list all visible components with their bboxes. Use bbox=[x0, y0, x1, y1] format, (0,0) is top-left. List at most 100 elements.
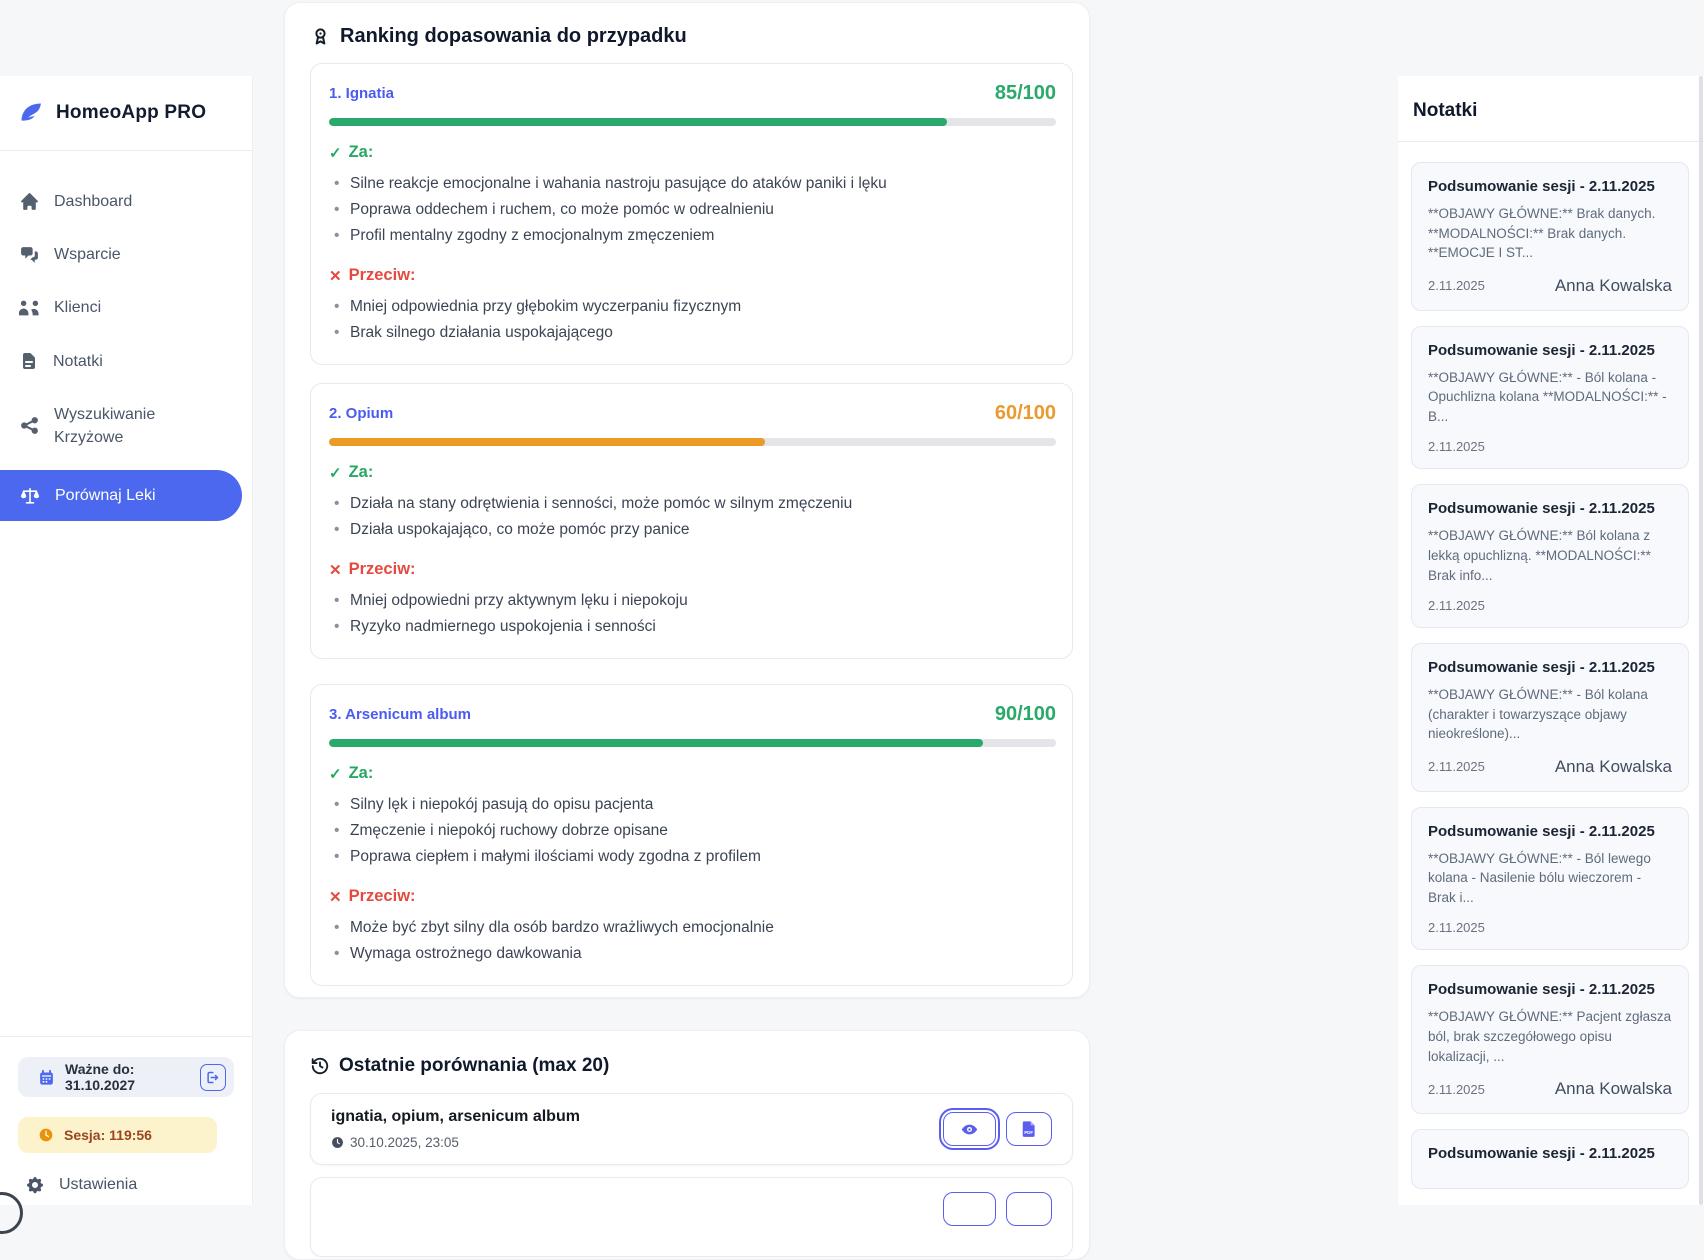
pros-item: Poprawa oddechem i ruchem, co może pomóc… bbox=[329, 197, 1056, 223]
sidebar-nav: Dashboard Wsparcie Klienci Notatki Wyszu… bbox=[0, 151, 252, 521]
gear-icon bbox=[25, 1175, 45, 1195]
sidebar-item-porownaj-leki[interactable]: Porównaj Leki bbox=[0, 470, 242, 521]
note-card[interactable]: Podsumowanie sesji - 2.11.2025 **OBJAWY … bbox=[1411, 326, 1689, 470]
leaf-logo-icon bbox=[18, 100, 44, 126]
remedy-name: 1. Ignatia bbox=[329, 85, 394, 102]
sidebar-item-label: Klienci bbox=[54, 296, 101, 319]
score-progress-fill bbox=[329, 118, 947, 126]
scales-icon bbox=[19, 485, 41, 507]
note-author: Anna Kowalska bbox=[1555, 757, 1672, 777]
note-card[interactable]: Podsumowanie sesji - 2.11.2025 **OBJAWY … bbox=[1411, 643, 1689, 792]
sidebar-item-klienci[interactable]: Klienci bbox=[0, 281, 252, 334]
note-date: 2.11.2025 bbox=[1428, 598, 1485, 613]
note-date: 2.11.2025 bbox=[1428, 920, 1485, 935]
comparison-row: ignatia, opium, arsenicum album 30.10.20… bbox=[310, 1093, 1073, 1165]
sidebar-item-notatki[interactable]: Notatki bbox=[0, 335, 252, 388]
vertical-scrollbar[interactable] bbox=[1699, 76, 1703, 1205]
license-validity-badge: Ważne do: 31.10.2027 bbox=[18, 1057, 234, 1097]
cons-heading: ✕Przeciw: bbox=[329, 266, 1056, 285]
pros-item: Silne reakcje emocjonalne i wahania nast… bbox=[329, 171, 1056, 197]
score-progress-fill bbox=[329, 739, 983, 747]
export-pdf-button[interactable] bbox=[1006, 1192, 1052, 1226]
recent-comparisons-section: Ostatnie porównania (max 20) ignatia, op… bbox=[284, 1030, 1090, 1260]
award-icon bbox=[310, 26, 331, 47]
cons-item: Ryzyko nadmiernego uspokojenia i sennośc… bbox=[329, 614, 1056, 640]
note-title: Podsumowanie sesji - 2.11.2025 bbox=[1428, 178, 1672, 195]
clock-icon bbox=[38, 1127, 54, 1143]
note-date: 2.11.2025 bbox=[1428, 1082, 1485, 1097]
sidebar-item-label: Porównaj Leki bbox=[55, 484, 156, 507]
view-comparison-button[interactable] bbox=[943, 1112, 996, 1146]
cons-list: Mniej odpowiedni przy aktywnym lęku i ni… bbox=[329, 588, 1056, 640]
comparison-date: 30.10.2025, 23:05 bbox=[331, 1135, 580, 1150]
recent-comparisons-header: Ostatnie porównania (max 20) bbox=[310, 1055, 1089, 1077]
note-title: Podsumowanie sesji - 2.11.2025 bbox=[1428, 659, 1672, 676]
sidebar: HomeoApp PRO Dashboard Wsparcie Klienci … bbox=[0, 76, 253, 1205]
cons-item: Może być zbyt silny dla osób bardzo wraż… bbox=[329, 915, 1056, 941]
comparison-row-partial bbox=[310, 1177, 1073, 1257]
session-timer-label: Sesja: 119:56 bbox=[64, 1127, 152, 1143]
remedy-name: 2. Opium bbox=[329, 405, 393, 422]
notes-list: Podsumowanie sesji - 2.11.2025 **OBJAWY … bbox=[1398, 142, 1704, 1189]
notes-panel: Notatki Podsumowanie sesji - 2.11.2025 *… bbox=[1398, 76, 1704, 1205]
ranking-section: Ranking dopasowania do przypadku 1. Igna… bbox=[284, 2, 1090, 998]
cross-icon: ✕ bbox=[329, 267, 342, 285]
note-card[interactable]: Podsumowanie sesji - 2.11.2025 **OBJAWY … bbox=[1411, 162, 1689, 311]
sidebar-item-label: Dashboard bbox=[54, 190, 132, 213]
note-date: 2.11.2025 bbox=[1428, 439, 1485, 454]
note-body: **OBJAWY GŁÓWNE:** - Ból lewego kolana -… bbox=[1428, 849, 1672, 908]
remedy-score: 85/100 bbox=[995, 82, 1056, 105]
remedy-score: 60/100 bbox=[995, 402, 1056, 425]
clock-icon bbox=[331, 1136, 344, 1149]
note-card[interactable]: Podsumowanie sesji - 2.11.2025 **OBJAWY … bbox=[1411, 807, 1689, 951]
sidebar-item-wsparcie[interactable]: Wsparcie bbox=[0, 228, 252, 281]
sidebar-item-ustawienia[interactable]: Ustawienia bbox=[18, 1175, 234, 1195]
pros-item: Zmęczenie i niepokój ruchowy dobrze opis… bbox=[329, 818, 1056, 844]
score-progressbar bbox=[329, 438, 1056, 446]
remedy-card-ignatia: 1. Ignatia 85/100 ✓Za: Silne reakcje emo… bbox=[310, 63, 1073, 365]
check-icon: ✓ bbox=[329, 464, 342, 482]
svg-text:PDF: PDF bbox=[1024, 1130, 1033, 1135]
note-title: Podsumowanie sesji - 2.11.2025 bbox=[1428, 1145, 1672, 1162]
pros-list: Działa na stany odrętwienia i senności, … bbox=[329, 491, 1056, 543]
users-icon bbox=[19, 297, 40, 318]
export-pdf-button[interactable]: PDF bbox=[1006, 1112, 1052, 1146]
note-title: Podsumowanie sesji - 2.11.2025 bbox=[1428, 981, 1672, 998]
check-icon: ✓ bbox=[329, 765, 342, 783]
notes-panel-title: Notatki bbox=[1398, 76, 1704, 122]
score-progress-fill bbox=[329, 438, 765, 446]
eye-icon bbox=[960, 1120, 979, 1139]
pros-item: Działa uspokajająco, co może pomóc przy … bbox=[329, 517, 1056, 543]
sidebar-item-wyszukiwanie-krzyzowe[interactable]: Wyszukiwanie Krzyżowe bbox=[0, 388, 225, 464]
pros-heading: ✓Za: bbox=[329, 764, 1056, 783]
settings-label: Ustawienia bbox=[59, 1176, 137, 1194]
cons-item: Mniej odpowiednia przy głębokim wyczerpa… bbox=[329, 294, 1056, 320]
app-logo: HomeoApp PRO bbox=[0, 76, 252, 151]
score-progressbar bbox=[329, 118, 1056, 126]
note-body: **OBJAWY GŁÓWNE:** Brak danych. **MODALN… bbox=[1428, 204, 1672, 263]
score-progressbar bbox=[329, 739, 1056, 747]
cross-icon: ✕ bbox=[329, 561, 342, 579]
cons-heading: ✕Przeciw: bbox=[329, 887, 1056, 906]
remedy-score: 90/100 bbox=[995, 703, 1056, 726]
chat-icon bbox=[19, 244, 40, 265]
note-title: Podsumowanie sesji - 2.11.2025 bbox=[1428, 823, 1672, 840]
home-icon bbox=[19, 191, 40, 212]
pros-item: Silny lęk i niepokój pasują do opisu pac… bbox=[329, 792, 1056, 818]
remedy-name: 3. Arsenicum album bbox=[329, 706, 471, 723]
ranking-header: Ranking dopasowania do przypadku bbox=[310, 25, 1089, 48]
recent-comparisons-title: Ostatnie porównania (max 20) bbox=[339, 1055, 609, 1077]
session-timer-badge: Sesja: 119:56 bbox=[18, 1117, 217, 1153]
note-card[interactable]: Podsumowanie sesji - 2.11.2025 **OBJAWY … bbox=[1411, 965, 1689, 1114]
note-title: Podsumowanie sesji - 2.11.2025 bbox=[1428, 500, 1672, 517]
note-title: Podsumowanie sesji - 2.11.2025 bbox=[1428, 342, 1672, 359]
logout-button[interactable] bbox=[200, 1064, 226, 1091]
note-author: Anna Kowalska bbox=[1555, 276, 1672, 296]
sidebar-item-dashboard[interactable]: Dashboard bbox=[0, 175, 252, 228]
note-date: 2.11.2025 bbox=[1428, 759, 1485, 774]
note-card-partial[interactable]: Podsumowanie sesji - 2.11.2025 bbox=[1411, 1129, 1689, 1189]
view-comparison-button[interactable] bbox=[943, 1192, 996, 1226]
remedy-card-opium: 2. Opium 60/100 ✓Za: Działa na stany odr… bbox=[310, 383, 1073, 659]
note-card[interactable]: Podsumowanie sesji - 2.11.2025 **OBJAWY … bbox=[1411, 484, 1689, 628]
cons-item: Wymaga ostrożnego dawkowania bbox=[329, 941, 1056, 967]
